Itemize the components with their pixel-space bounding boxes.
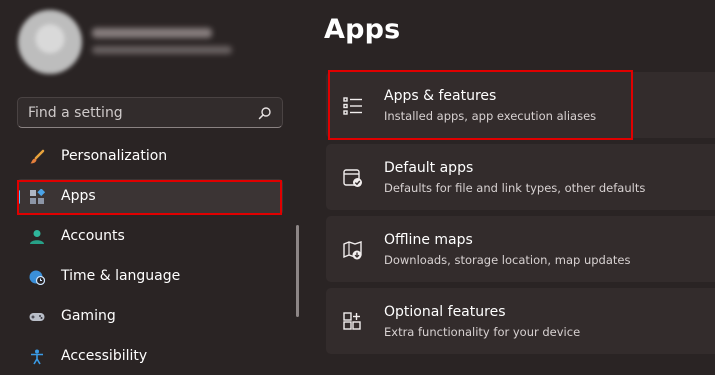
card-description: Downloads, storage location, map updates [384,253,631,267]
accessibility-icon [29,349,45,365]
card-offline-maps[interactable]: Offline maps Downloads, storage location… [326,216,715,282]
brush-icon [29,149,45,165]
avatar[interactable] [18,10,82,74]
search-placeholder: Find a setting [28,105,123,121]
sidebar-item-accounts[interactable]: Accounts [17,219,283,255]
sidebar-scrollbar[interactable] [296,225,299,317]
card-optional-features[interactable]: Optional features Extra functionality fo… [326,288,715,354]
card-title: Optional features [384,304,506,320]
sidebar-item-label: Personalization [61,148,168,164]
default-apps-icon [343,168,363,188]
search-icon[interactable] [258,106,272,120]
sidebar-item-accessibility[interactable]: Accessibility [17,339,283,375]
card-description: Extra functionality for your device [384,325,581,339]
sidebar-item-label: Accessibility [61,348,148,364]
person-icon [29,229,45,245]
sidebar: Find a setting Personalization Apps Acco… [0,0,300,365]
sidebar-item-label: Gaming [61,308,116,324]
card-description: Defaults for file and link types, other … [384,181,646,195]
card-default-apps[interactable]: Default apps Defaults for file and link … [326,144,715,210]
sidebar-item-label: Time & language [61,268,181,284]
highlight-box-apps-features [328,70,633,140]
search-input[interactable]: Find a setting [17,97,283,128]
card-title: Offline maps [384,232,473,248]
profile-email-blurred [92,46,232,54]
card-title: Default apps [384,160,474,176]
map-icon [343,240,363,260]
sidebar-item-gaming[interactable]: Gaming [17,299,283,335]
highlight-box-apps [17,180,282,215]
page-title: Apps [324,14,401,45]
sidebar-item-personalization[interactable]: Personalization [17,139,283,175]
add-features-icon [343,312,363,332]
sidebar-item-time-language[interactable]: Time & language [17,259,283,295]
globe-clock-icon [29,269,45,285]
sidebar-item-label: Accounts [61,228,125,244]
gamepad-icon [29,309,45,325]
profile-name-blurred [92,28,212,38]
